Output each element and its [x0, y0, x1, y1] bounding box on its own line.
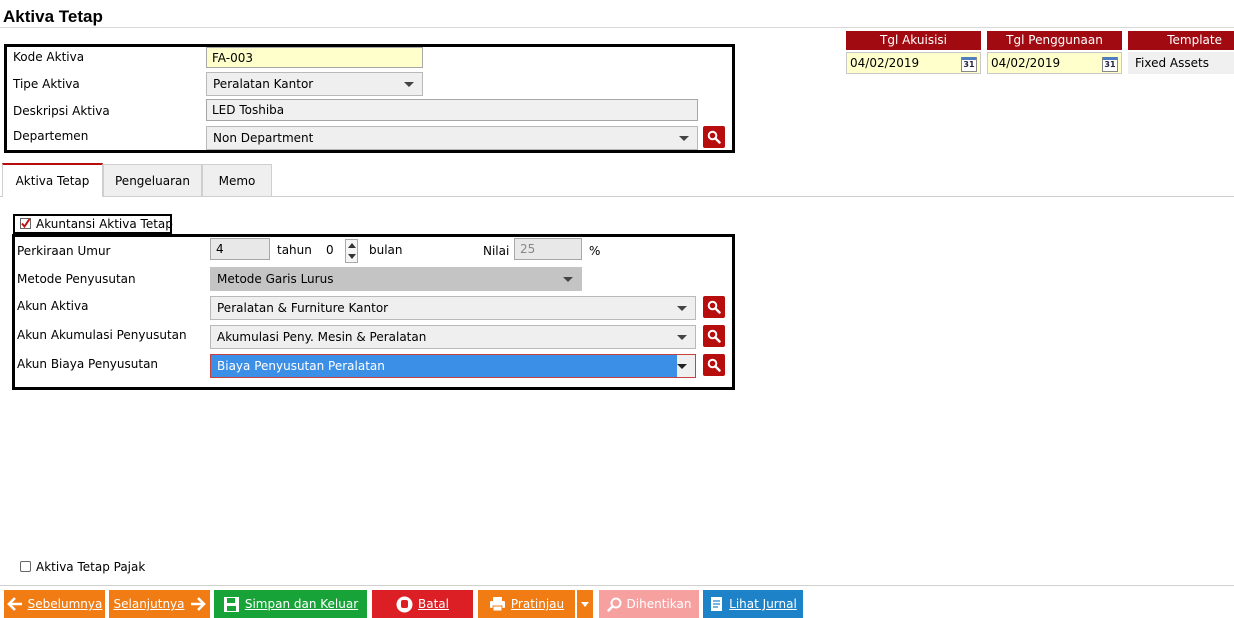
umur-tahun-input[interactable]: 4 — [210, 238, 270, 260]
arrow-left-icon — [6, 597, 22, 611]
next-button[interactable]: Selanjutnya — [109, 590, 210, 618]
tgl-akuisisi-value: 04/02/2019 — [850, 56, 920, 70]
stop-button-label: Dihentikan — [626, 597, 692, 611]
metode-penyusutan-select[interactable]: Metode Garis Lurus — [210, 267, 582, 291]
preview-button[interactable]: Pratinjau — [478, 590, 575, 618]
journal-icon — [711, 597, 723, 611]
previous-button[interactable]: Sebelumnya — [4, 590, 105, 618]
tab-pengeluaran[interactable]: Pengeluaran — [103, 164, 202, 197]
view-journal-label: Lihat Jurnal — [729, 597, 797, 611]
tgl-akuisisi-input[interactable]: 04/02/2019 31 — [846, 52, 981, 74]
tgl-penggunaan-input[interactable]: 04/02/2019 31 — [987, 52, 1122, 74]
search-icon — [707, 300, 721, 314]
search-icon — [606, 597, 622, 612]
pajak-checkbox[interactable] — [20, 561, 31, 572]
next-button-label: Selanjutnya — [113, 597, 185, 611]
percent-label: % — [589, 244, 601, 258]
akun-biaya-label: Akun Biaya Penyusutan — [17, 357, 159, 371]
akun-akumulasi-search-button[interactable] — [703, 325, 725, 347]
kode-aktiva-label: Kode Aktiva — [13, 50, 85, 64]
tab-divider — [0, 196, 1234, 197]
akuntansi-checkbox-label[interactable]: Akuntansi Aktiva Tetap — [36, 217, 173, 231]
arrow-down-icon[interactable] — [348, 254, 356, 259]
previous-button-label: Sebelumnya — [27, 597, 103, 611]
arrow-right-icon — [190, 597, 206, 611]
metode-penyusutan-value: Metode Garis Lurus — [217, 272, 334, 286]
tgl-penggunaan-header: Tgl Penggunaan — [987, 31, 1122, 50]
chevron-down-icon — [677, 306, 687, 311]
search-icon — [707, 329, 721, 343]
chevron-down-icon — [677, 335, 687, 340]
nilai-label: Nilai — [483, 244, 510, 258]
calendar-icon[interactable]: 31 — [961, 57, 977, 72]
cancel-button[interactable]: Batal — [372, 590, 473, 618]
pajak-checkbox-label[interactable]: Aktiva Tetap Pajak — [36, 560, 145, 574]
page-title: Aktiva Tetap — [3, 7, 103, 26]
calendar-icon[interactable]: 31 — [1102, 57, 1118, 72]
floppy-disk-icon — [223, 596, 239, 612]
save-and-exit-button[interactable]: Simpan dan Keluar — [214, 590, 367, 618]
preview-button-label: Pratinjau — [510, 597, 565, 611]
preview-dropdown-button[interactable] — [577, 590, 593, 618]
footer-divider — [0, 585, 1234, 586]
akun-akumulasi-value: Akumulasi Peny. Mesin & Peralatan — [217, 330, 427, 344]
akun-akumulasi-label: Akun Akumulasi Penyusutan — [17, 328, 187, 342]
kode-aktiva-input[interactable]: FA-003 — [206, 47, 423, 68]
chevron-down-icon — [581, 601, 589, 607]
akun-aktiva-search-button[interactable] — [703, 296, 725, 318]
chevron-down-icon — [563, 277, 573, 282]
printer-icon — [489, 597, 505, 612]
akun-biaya-select[interactable]: Biaya Penyusutan Peralatan — [210, 354, 696, 378]
departemen-search-button[interactable] — [703, 126, 725, 148]
akun-biaya-search-button[interactable] — [703, 354, 725, 376]
chevron-down-icon — [404, 82, 414, 87]
tipe-aktiva-label: Tipe Aktiva — [13, 77, 80, 91]
tab-active-underline-mask — [3, 196, 102, 197]
perkiraan-umur-label: Perkiraan Umur — [17, 244, 111, 258]
template-value[interactable]: Fixed Assets — [1128, 52, 1234, 74]
chevron-down-icon — [677, 364, 687, 369]
search-icon — [707, 130, 721, 144]
stop-button[interactable]: Dihentikan — [599, 590, 699, 618]
stop-hand-icon — [396, 596, 413, 612]
tahun-label: tahun — [277, 243, 312, 257]
template-header: Template — [1128, 31, 1234, 50]
tgl-penggunaan-value: 04/02/2019 — [991, 56, 1061, 70]
akun-aktiva-select[interactable]: Peralatan & Furniture Kantor — [210, 296, 696, 320]
title-divider — [0, 27, 1234, 28]
arrow-up-icon[interactable] — [348, 243, 356, 248]
tipe-aktiva-select[interactable]: Peralatan Kantor — [206, 72, 423, 96]
search-icon — [707, 358, 721, 372]
departemen-label: Departemen — [13, 129, 89, 143]
deskripsi-aktiva-input[interactable]: LED Toshiba — [206, 99, 698, 121]
bulan-label: bulan — [369, 243, 403, 257]
tab-aktiva-tetap[interactable]: Aktiva Tetap — [2, 163, 103, 197]
bulan-value[interactable]: 0 — [326, 243, 334, 257]
akun-akumulasi-select[interactable]: Akumulasi Peny. Mesin & Peralatan — [210, 325, 696, 349]
nilai-input[interactable]: 25 — [514, 238, 582, 260]
cancel-button-label: Batal — [418, 597, 449, 611]
departemen-value: Non Department — [213, 131, 314, 145]
chevron-down-icon — [679, 136, 689, 141]
tipe-aktiva-value: Peralatan Kantor — [213, 77, 314, 91]
akun-biaya-value: Biaya Penyusutan Peralatan — [217, 359, 385, 373]
departemen-select[interactable]: Non Department — [206, 126, 698, 150]
akun-aktiva-label: Akun Aktiva — [17, 299, 89, 313]
view-journal-button[interactable]: Lihat Jurnal — [703, 590, 803, 618]
tgl-akuisisi-header: Tgl Akuisisi — [846, 31, 981, 50]
tab-memo[interactable]: Memo — [202, 164, 272, 197]
save-and-exit-label: Simpan dan Keluar — [244, 597, 359, 611]
metode-penyusutan-label: Metode Penyusutan — [17, 272, 136, 286]
checkmark-icon — [21, 218, 31, 229]
akun-aktiva-value: Peralatan & Furniture Kantor — [217, 301, 389, 315]
bulan-stepper[interactable] — [345, 239, 358, 263]
akuntansi-checkbox[interactable] — [20, 218, 31, 229]
deskripsi-aktiva-label: Deskripsi Aktiva — [13, 104, 110, 118]
